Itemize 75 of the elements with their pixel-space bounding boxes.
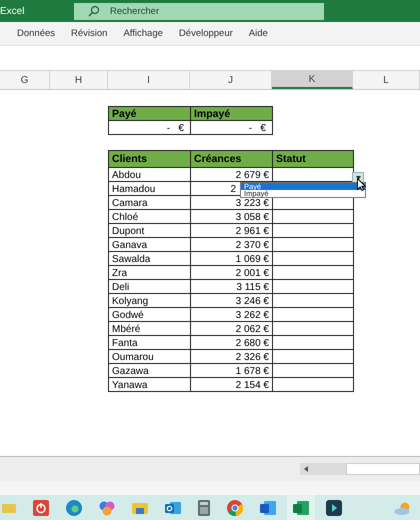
header-cell: Impayé bbox=[190, 106, 272, 120]
header-cell: Payé bbox=[108, 106, 190, 120]
table-cell[interactable] bbox=[272, 224, 354, 238]
browser-icon[interactable] bbox=[66, 500, 82, 516]
table-cell: 3 246 € bbox=[190, 294, 272, 308]
header-cell: Clients bbox=[108, 150, 190, 168]
table-cell: - € bbox=[108, 120, 190, 134]
table-cell[interactable] bbox=[272, 210, 354, 224]
column-header[interactable]: L bbox=[353, 71, 420, 89]
table-cell: Gazawa bbox=[108, 364, 190, 378]
excel-icon bbox=[293, 500, 309, 516]
table-cell: 2 326 € bbox=[190, 350, 272, 364]
table-cell: Abdou bbox=[108, 168, 190, 182]
table-cell: Dupont bbox=[108, 224, 190, 238]
table-cell[interactable] bbox=[272, 266, 354, 280]
table-cell[interactable] bbox=[272, 294, 354, 308]
table-cell[interactable] bbox=[272, 252, 354, 266]
table-cell: - € bbox=[190, 120, 272, 134]
power-icon[interactable] bbox=[33, 500, 49, 516]
table-cell: Deli bbox=[108, 280, 190, 294]
table-cell: Mbéré bbox=[108, 322, 190, 336]
folder-icon[interactable] bbox=[132, 501, 148, 515]
column-header[interactable]: I bbox=[108, 71, 190, 89]
menu-item[interactable]: Données bbox=[9, 28, 64, 39]
table-cell: Kolyang bbox=[108, 294, 190, 308]
menu-item[interactable]: Affichage bbox=[115, 28, 171, 39]
table-cell[interactable] bbox=[272, 308, 354, 322]
table-cell: Zra bbox=[108, 266, 190, 280]
table-cell: 3 262 € bbox=[190, 308, 272, 322]
table-cell: Godwé bbox=[108, 308, 190, 322]
taskbar-button[interactable] bbox=[287, 495, 315, 520]
table-cell: Oumarou bbox=[108, 350, 190, 364]
table-cell: 2 961 € bbox=[190, 224, 272, 238]
table-cell: Chloé bbox=[108, 210, 190, 224]
table-cell: 1 678 € bbox=[190, 364, 272, 378]
table-cell: 3 058 € bbox=[190, 210, 272, 224]
table-cell: Ganava bbox=[108, 238, 190, 252]
menu-item[interactable]: Aide bbox=[240, 28, 276, 39]
column-header[interactable]: G bbox=[0, 71, 50, 89]
table-cell: 2 154 € bbox=[190, 378, 272, 392]
table-cell[interactable] bbox=[272, 336, 354, 350]
table-cell: Yanawa bbox=[108, 378, 190, 392]
menu-item[interactable]: Révision bbox=[63, 28, 116, 39]
table-cell[interactable] bbox=[272, 350, 354, 364]
table-cell[interactable] bbox=[272, 322, 354, 336]
window-title: Excel bbox=[0, 6, 26, 16]
table-cell[interactable] bbox=[272, 280, 354, 294]
header-cell: Statut bbox=[272, 150, 354, 168]
table-cell: 2 062 € bbox=[190, 322, 272, 336]
scroll-bar[interactable] bbox=[300, 463, 420, 475]
table-cell: Hamadou bbox=[108, 182, 190, 196]
table-cell: Camara bbox=[108, 196, 190, 210]
table-cell: 1 069 € bbox=[190, 252, 272, 266]
table-cell[interactable] bbox=[272, 378, 354, 392]
mail-icon[interactable] bbox=[165, 500, 181, 516]
table-cell[interactable] bbox=[272, 364, 354, 378]
table-cell: Sawalda bbox=[108, 252, 190, 266]
header-cell: Créances bbox=[190, 150, 272, 168]
table-cell: 3 115 € bbox=[190, 280, 272, 294]
menu-item[interactable]: Développeur bbox=[170, 28, 241, 39]
word-icon[interactable] bbox=[260, 500, 276, 516]
search-field[interactable]: Rechercher bbox=[74, 2, 324, 20]
table-cell: 2 370 € bbox=[190, 238, 272, 252]
table-cell[interactable] bbox=[272, 238, 354, 252]
scroll-left-icon[interactable] bbox=[304, 466, 308, 472]
scroll-thumb[interactable] bbox=[346, 463, 420, 475]
table-cell: 2 001 € bbox=[190, 266, 272, 280]
column-header[interactable]: K bbox=[272, 71, 353, 89]
app-icon[interactable] bbox=[326, 500, 342, 516]
table-cell: 2 680 € bbox=[190, 336, 272, 350]
column-header[interactable]: H bbox=[50, 71, 108, 89]
chrome-icon[interactable] bbox=[227, 500, 243, 516]
table-cell: Fanta bbox=[108, 336, 190, 350]
calculator-icon[interactable] bbox=[198, 500, 210, 516]
swirl-icon[interactable] bbox=[99, 500, 115, 516]
